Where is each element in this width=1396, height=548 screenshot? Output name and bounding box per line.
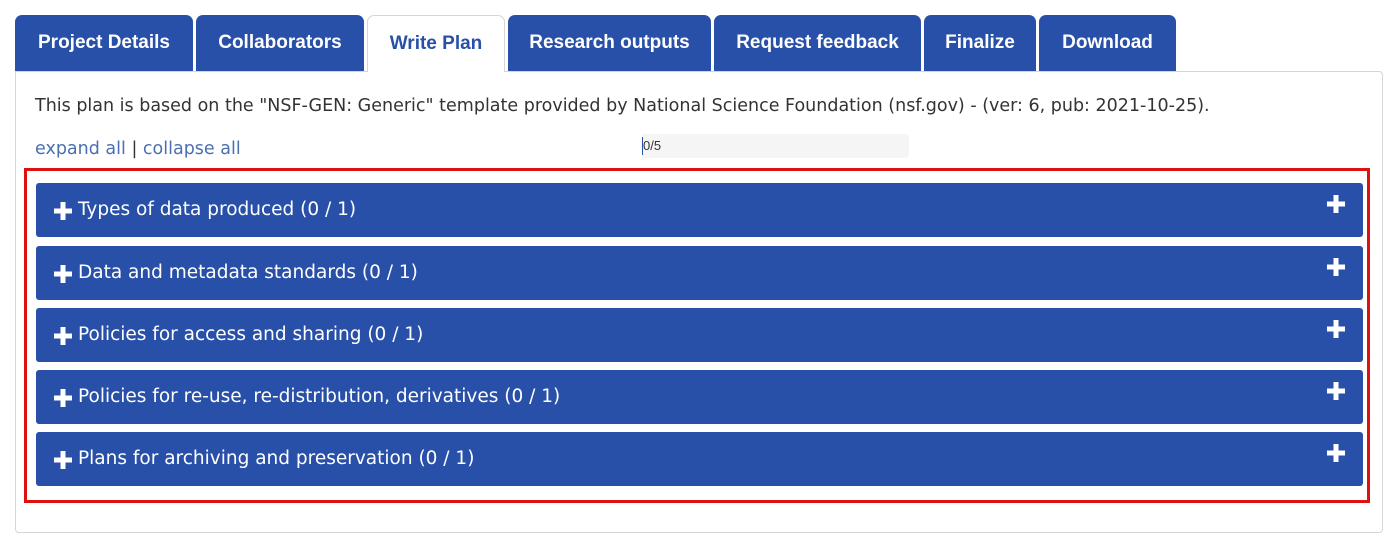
section-reuse-redistribution[interactable]: Policies for re-use, re-distribution, de… [36,370,1363,424]
tab-research-outputs[interactable]: Research outputs [508,15,711,71]
plus-icon[interactable] [1327,195,1345,213]
collapse-all-link[interactable]: collapse all [143,139,241,159]
tab-project-details[interactable]: Project Details [15,15,193,71]
plus-icon[interactable] [1327,320,1345,338]
section-archiving-preservation[interactable]: Plans for archiving and preservation (0 … [36,432,1363,486]
expand-all-link[interactable]: expand all [35,139,126,159]
section-title: Data and metadata standards (0 / 1) [78,262,418,283]
template-info: This plan is based on the "NSF-GEN: Gene… [35,96,1210,116]
section-title: Types of data produced (0 / 1) [78,199,357,220]
plus-icon[interactable] [1327,382,1345,400]
section-types-of-data[interactable]: Types of data produced (0 / 1) [36,183,1363,237]
tab-finalize[interactable]: Finalize [924,15,1036,71]
answered-progress-bar: 0/5 [642,134,909,158]
tab-collaborators[interactable]: Collaborators [196,15,364,71]
plus-icon [54,327,72,345]
link-separator: | [131,139,138,159]
plus-icon [54,265,72,283]
progress-text: 0/5 [643,138,662,153]
tab-request-feedback[interactable]: Request feedback [714,15,921,71]
tab-download[interactable]: Download [1039,15,1176,71]
tab-write-plan[interactable]: Write Plan [367,15,505,72]
plus-icon [54,451,72,469]
plus-icon [54,202,72,220]
section-title: Plans for archiving and preservation (0 … [78,448,475,469]
section-title: Policies for access and sharing (0 / 1) [78,324,424,345]
plus-icon[interactable] [1327,444,1345,462]
section-data-metadata-standards[interactable]: Data and metadata standards (0 / 1) [36,246,1363,300]
plan-tabs: Project Details Collaborators Write Plan… [15,15,1179,72]
plus-icon[interactable] [1327,258,1345,276]
section-access-sharing[interactable]: Policies for access and sharing (0 / 1) [36,308,1363,362]
write-plan-panel: This plan is based on the "NSF-GEN: Gene… [15,71,1383,533]
section-title: Policies for re-use, re-distribution, de… [78,386,561,407]
plus-icon [54,389,72,407]
expand-collapse-controls: expand all | collapse all [35,139,241,159]
